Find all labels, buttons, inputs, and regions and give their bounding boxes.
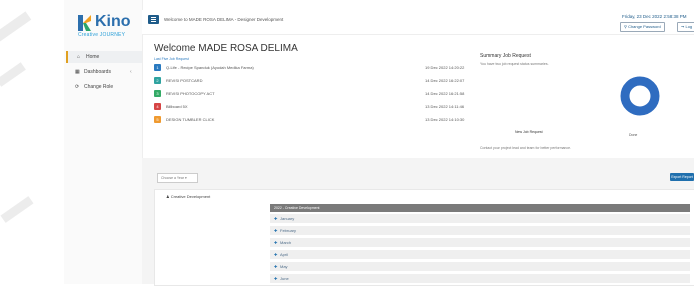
logout-button[interactable]: ➞ Log [677, 22, 694, 32]
sidebar-item-home[interactable]: ⌂ Home [66, 51, 142, 63]
plus-icon: ✚ [274, 240, 278, 245]
lock-icon: ⚲ [624, 24, 627, 29]
page-title: Welcome MADE ROSA DELIMA [154, 43, 298, 54]
kino-logo-icon [78, 15, 91, 31]
change-password-button[interactable]: ⚲ Change Password [620, 22, 665, 32]
last-jobs-label: Last Five Job Request [154, 57, 189, 61]
menu-toggle-button[interactable] [148, 15, 159, 24]
background-stroke [0, 62, 26, 87]
month-label: April [280, 252, 289, 257]
contact-note: Contact your project lead and team for b… [480, 146, 572, 150]
job-date: 14 Dec 2022 16:21:58 [425, 91, 465, 96]
sidebar [64, 0, 143, 284]
done-donut-chart [620, 76, 660, 116]
job-name: DESIGN TUMBLER CLICK [166, 117, 215, 122]
sidebar-item-label: Home [86, 54, 100, 60]
job-date: 14 Dec 2022 16:22:07 [425, 78, 465, 83]
plus-icon: ✚ [274, 216, 278, 221]
dashboard-icon: ▦ [75, 69, 80, 75]
job-row[interactable]: 3 REVISI PHOTOCOPY ACT 14 Dec 2022 16:21… [154, 90, 484, 99]
job-number-badge: 1 [154, 64, 161, 71]
done-label: Done [629, 133, 638, 137]
home-icon: ⌂ [77, 54, 81, 60]
month-row-june[interactable]: ✚ June [270, 274, 690, 284]
month-row-february[interactable]: ✚ February [270, 226, 690, 236]
job-row[interactable]: 1 Q-Life - Recipe Spanduk (Ayodah Medika… [154, 64, 484, 73]
datetime-display: Friday, 23 Dec 2022 2:58:38 PM [622, 14, 687, 19]
month-label: February [280, 228, 297, 233]
sidebar-item-label: Dashboards [84, 69, 111, 75]
background-stroke [0, 196, 34, 223]
month-label: March [280, 240, 292, 245]
job-number-badge: 5 [154, 116, 161, 123]
plus-icon: ✚ [274, 252, 278, 257]
summary-subtitle: You have two job request status summarie… [480, 62, 549, 66]
donut-ring [620, 76, 660, 116]
job-number-badge: 4 [154, 103, 161, 110]
job-date: 13 Dec 2022 14:10:30 [425, 117, 465, 122]
new-job-request-label: New Job Request [515, 130, 543, 134]
job-name: REVISI PHOTOCOPY ACT [166, 91, 215, 96]
sidebar-item-change-role[interactable]: ⟳ Change Role [66, 81, 140, 93]
job-row[interactable]: 5 DESIGN TUMBLER CLICK 13 Dec 2022 14:10… [154, 116, 484, 125]
month-row-april[interactable]: ✚ April [270, 250, 690, 260]
department-label: ♟ Creative Development [166, 194, 211, 199]
plus-icon: ✚ [274, 228, 278, 233]
brand-name: Kino [95, 13, 131, 30]
job-name: REVISI POSTCARD [166, 78, 203, 83]
sidebar-item-dashboards[interactable]: ▦ Dashboards ‹ [66, 66, 140, 78]
job-name: Billboard 5X [166, 104, 188, 109]
summary-title: Summary Job Request [480, 53, 531, 59]
chevron-icon: ‹ [130, 69, 132, 75]
top-welcome-message: Welcome to MADE ROSA DELIMA - Designer D… [164, 17, 284, 22]
month-label: May [280, 264, 288, 269]
export-report-button[interactable]: Export Report [670, 173, 694, 181]
year-select[interactable]: Choose a Year ▾ [157, 173, 198, 183]
background-stroke [0, 11, 32, 43]
sidebar-item-label: Change Role [84, 84, 114, 90]
month-row-may[interactable]: ✚ May [270, 262, 690, 272]
chevron-down-icon: ▾ [184, 176, 187, 180]
job-date: 13 Dec 2022 14:11:46 [425, 104, 465, 109]
refresh-icon: ⟳ [75, 84, 80, 90]
plus-icon: ✚ [274, 264, 278, 269]
job-number-badge: 2 [154, 77, 161, 84]
top-bar [142, 10, 694, 35]
job-row[interactable]: 2 REVISI POSTCARD 14 Dec 2022 16:22:07 [154, 77, 484, 86]
logout-icon: ➞ [681, 24, 685, 29]
job-date: 19 Dec 2022 14:20:22 [425, 65, 465, 70]
logo[interactable]: Kino Creative JOURNEY [78, 13, 138, 41]
month-row-january[interactable]: ✚ January [270, 214, 690, 224]
month-row-march[interactable]: ✚ March [270, 238, 690, 248]
plus-icon: ✚ [274, 276, 278, 281]
job-row[interactable]: 4 Billboard 5X 13 Dec 2022 14:11:46 [154, 103, 484, 112]
month-label: January [280, 216, 295, 221]
month-label: June [280, 276, 289, 281]
table-header: 2022 - Creative Development [270, 204, 690, 212]
job-name: Q-Life - Recipe Spanduk (Ayodah Medika F… [166, 65, 254, 70]
job-number-badge: 3 [154, 90, 161, 97]
user-icon: ♟ [166, 194, 170, 199]
brand-tagline: Creative JOURNEY [78, 32, 126, 38]
